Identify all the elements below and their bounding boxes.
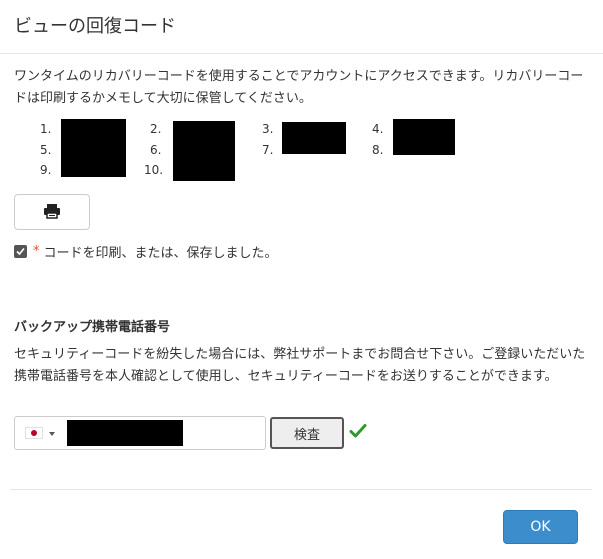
checkmark-icon: [349, 422, 367, 440]
recovery-code-item: 5.: [40, 139, 51, 161]
header-divider: [0, 53, 603, 54]
verify-button[interactable]: 検査: [270, 417, 344, 449]
recovery-code-number: 10.: [144, 163, 164, 177]
recovery-code-item: 10.: [144, 159, 163, 181]
redacted-code-block: [282, 122, 346, 154]
backup-phone-heading: バックアップ携帯電話番号: [14, 320, 171, 335]
redacted-code-block: [61, 119, 126, 177]
intro-text: ワンタイムのリカバリーコードを使用することでアカウントにアクセスできます。リカバ…: [14, 69, 584, 106]
backup-phone-description: セキュリティーコードを紛失した場合には、弊社サポートまでお問合せ下さい。ご登録い…: [14, 347, 586, 384]
confirm-saved-checkbox[interactable]: [14, 244, 27, 258]
recovery-code-list: 1. 2. 3. 4. 5. 6. 7. 8. 9. 10.: [40, 118, 500, 182]
phone-number-input[interactable]: [14, 416, 266, 450]
print-button[interactable]: [14, 194, 90, 230]
chevron-down-icon[interactable]: [49, 432, 55, 436]
recovery-code-number: 2.: [150, 122, 162, 136]
recovery-code-item: 2.: [150, 118, 161, 140]
recovery-code-number: 6.: [150, 143, 162, 157]
recovery-code-number: 1.: [40, 122, 52, 136]
recovery-code-item: 9.: [40, 159, 51, 181]
recovery-code-number: 7.: [262, 143, 274, 157]
redacted-phone-number: [67, 420, 183, 446]
confirm-saved-row[interactable]: * コードを印刷、または、保存しました。: [14, 240, 278, 262]
japan-flag-icon[interactable]: [25, 427, 43, 439]
dialog-title: ビューの回復コード: [14, 16, 176, 37]
recovery-code-item: 3.: [262, 118, 273, 140]
printer-icon: [43, 203, 61, 222]
redacted-code-block: [393, 119, 455, 155]
ok-button[interactable]: OK: [503, 510, 578, 544]
recovery-code-number: 9.: [40, 163, 52, 177]
confirm-saved-label: コードを印刷、または、保存しました。: [43, 245, 278, 261]
recovery-code-item: 1.: [40, 118, 51, 140]
recovery-code-item: 8.: [372, 139, 383, 161]
recovery-code-number: 5.: [40, 143, 52, 157]
footer-divider: [10, 489, 592, 490]
recovery-code-item: 7.: [262, 139, 273, 161]
recovery-code-number: 3.: [262, 122, 274, 136]
required-mark: *: [33, 243, 40, 259]
recovery-code-item: 6.: [150, 139, 161, 161]
redacted-code-block: [173, 121, 235, 181]
recovery-code-item: 4.: [372, 118, 383, 140]
recovery-code-number: 4.: [372, 122, 384, 136]
recovery-code-number: 8.: [372, 143, 384, 157]
